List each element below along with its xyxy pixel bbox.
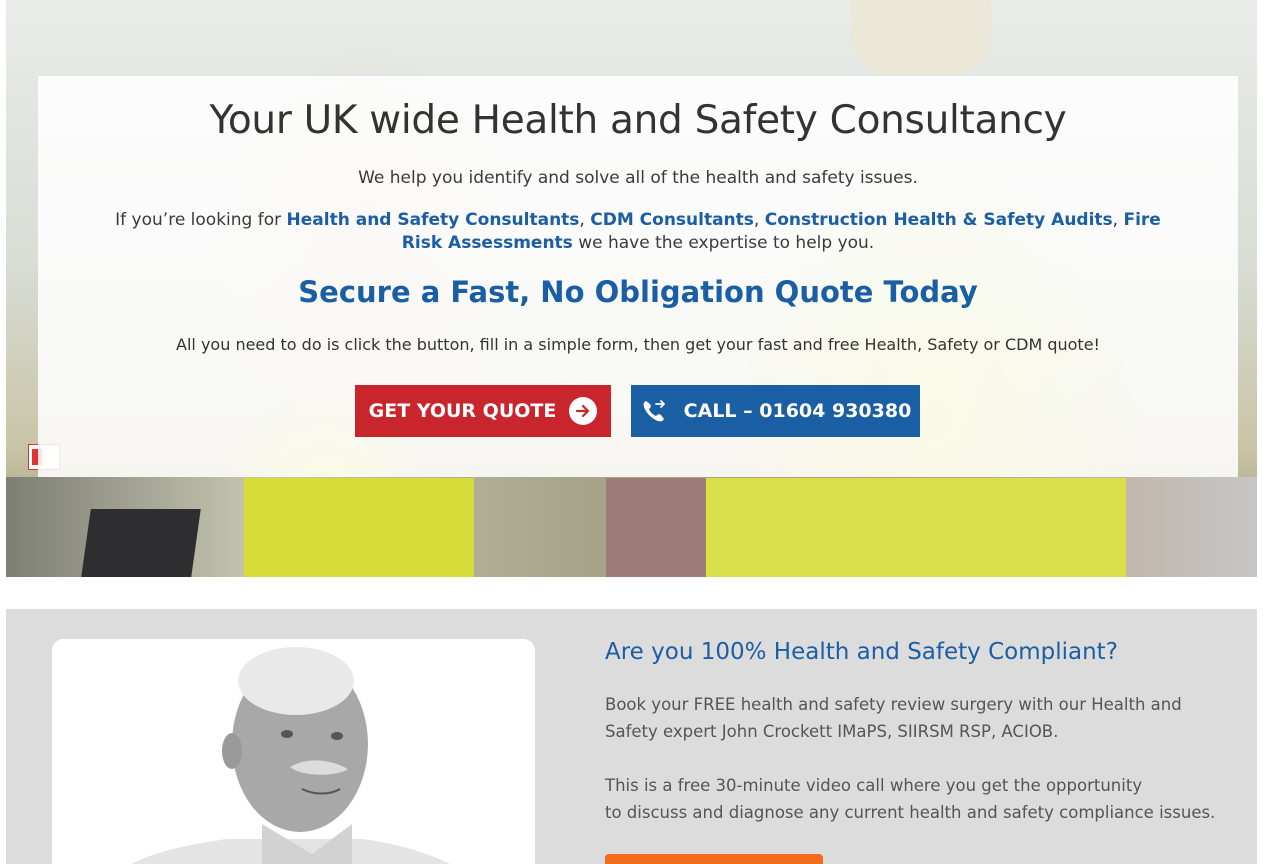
separator: , [579,210,591,230]
services-text: If you’re looking for Health and Safety … [108,209,1168,255]
link-cdm-consultants[interactable]: CDM Consultants [590,210,754,230]
hero-panel: Your UK wide Health and Safety Consultan… [38,76,1238,477]
hero-subtitle: We help you identify and solve all of th… [358,168,918,188]
book-surgery-button[interactable] [605,854,823,864]
compliance-heading: Are you 100% Health and Safety Compliant… [605,639,1118,665]
hero-background-vest [244,478,474,577]
consultant-photo [52,639,535,864]
quote-heading: Secure a Fast, No Obligation Quote Today [298,275,978,309]
arrow-right-circle-icon [569,397,598,425]
compliance-details-line2: to discuss and diagnose any current heal… [605,803,1216,822]
compliance-intro: Book your FREE health and safety review … [605,695,1182,741]
link-construction-audits[interactable]: Construction Health & Safety Audits [765,210,1113,230]
hero-background-laptop [81,509,201,577]
quote-instruction: All you need to do is click the button, … [176,335,1100,354]
get-quote-label: GET YOUR QUOTE [368,400,557,422]
separator: , [1112,210,1124,230]
compliance-details: This is a free 30-minute video call wher… [605,772,1225,826]
hero-background-vest [706,478,1126,577]
get-quote-button[interactable]: GET YOUR QUOTE [355,385,611,437]
compliance-details-line1: This is a free 30-minute video call wher… [605,776,1143,795]
phone-icon [640,397,668,425]
link-health-safety-consultants[interactable]: Health and Safety Consultants [287,210,580,230]
compliance-section: Are you 100% Health and Safety Compliant… [6,609,1257,864]
services-suffix: we have the expertise to help you. [572,233,875,253]
page-title: Your UK wide Health and Safety Consultan… [209,98,1067,143]
separator: , [753,210,765,230]
call-label: CALL – 01604 930380 [683,400,912,422]
hero-background-helmet [851,0,991,75]
services-prefix: If you’re looking for [115,210,287,230]
call-button[interactable]: CALL – 01604 930380 [631,385,920,437]
hero-background-sleeve [606,478,716,577]
hero-section: Your UK wide Health and Safety Consultan… [6,0,1257,577]
